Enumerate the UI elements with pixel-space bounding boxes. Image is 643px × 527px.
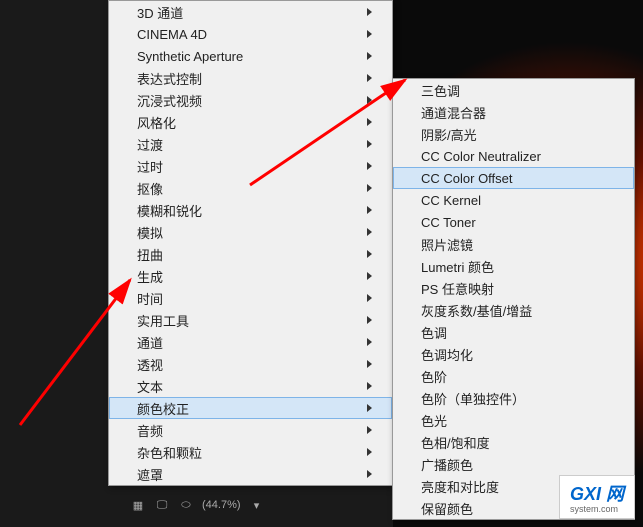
submenu-item-shadow-highlight[interactable]: 阴影/高光 (393, 123, 634, 145)
mask-icon[interactable]: ⬭ (178, 497, 194, 513)
submenu-item-photo-filter[interactable]: 照片滤镜 (393, 233, 634, 255)
menu-item-3d-channel[interactable]: 3D 通道 (109, 1, 392, 23)
color-correction-submenu: 三色调 通道混合器 阴影/高光 CC Color Neutralizer CC … (392, 78, 635, 520)
snapshot-icon[interactable]: ▦ (130, 497, 146, 513)
menu-item-noise-grain[interactable]: 杂色和颗粒 (109, 441, 392, 463)
submenu-item-levels-individual[interactable]: 色阶（单独控件） (393, 387, 634, 409)
menu-item-perspective[interactable]: 透视 (109, 353, 392, 375)
menu-item-immersive-video[interactable]: 沉浸式视频 (109, 89, 392, 111)
chevron-right-icon (367, 30, 372, 38)
monitor-icon[interactable]: 🖵 (154, 497, 170, 513)
menu-item-synthetic-aperture[interactable]: Synthetic Aperture (109, 45, 392, 67)
chevron-right-icon (367, 426, 372, 434)
menu-item-keying[interactable]: 抠像 (109, 177, 392, 199)
submenu-item-equalize[interactable]: 色调均化 (393, 343, 634, 365)
chevron-right-icon (367, 52, 372, 60)
menu-item-color-correction[interactable]: 颜色校正 (109, 397, 392, 419)
viewer-status-bar: ▦ 🖵 ⬭ (44.7%) ▾ (130, 493, 265, 517)
chevron-right-icon (367, 228, 372, 236)
submenu-item-levels[interactable]: 色阶 (393, 365, 634, 387)
menu-item-expression-controls[interactable]: 表达式控制 (109, 67, 392, 89)
chevron-right-icon (367, 118, 372, 126)
chevron-right-icon (367, 74, 372, 82)
submenu-item-colorama[interactable]: 色光 (393, 409, 634, 431)
effects-main-menu: 3D 通道 CINEMA 4D Synthetic Aperture 表达式控制… (108, 0, 393, 486)
menu-item-audio[interactable]: 音频 (109, 419, 392, 441)
chevron-right-icon (367, 8, 372, 16)
menu-item-distort[interactable]: 扭曲 (109, 243, 392, 265)
chevron-right-icon (367, 140, 372, 148)
submenu-item-tritone[interactable]: 三色调 (393, 79, 634, 101)
submenu-item-cc-toner[interactable]: CC Toner (393, 211, 634, 233)
chevron-right-icon (367, 294, 372, 302)
menu-item-generate[interactable]: 生成 (109, 265, 392, 287)
chevron-right-icon (367, 162, 372, 170)
menu-item-channel[interactable]: 通道 (109, 331, 392, 353)
chevron-right-icon (367, 448, 372, 456)
watermark-logo: GXI 网 system.com (559, 475, 635, 519)
chevron-down-icon[interactable]: ▾ (249, 497, 265, 513)
chevron-right-icon (367, 470, 372, 478)
chevron-right-icon (367, 382, 372, 390)
submenu-item-tint[interactable]: 色调 (393, 321, 634, 343)
zoom-level[interactable]: (44.7%) (202, 499, 241, 511)
chevron-right-icon (367, 272, 372, 280)
submenu-item-cc-color-offset[interactable]: CC Color Offset (393, 167, 634, 189)
menu-item-matte[interactable]: 遮罩 (109, 463, 392, 485)
chevron-right-icon (367, 184, 372, 192)
submenu-item-ps-arbitrary-map[interactable]: PS 任意映射 (393, 277, 634, 299)
chevron-right-icon (367, 338, 372, 346)
submenu-item-broadcast-colors[interactable]: 广播颜色 (393, 453, 634, 475)
submenu-item-hue-saturation[interactable]: 色相/饱和度 (393, 431, 634, 453)
chevron-right-icon (367, 316, 372, 324)
submenu-item-cc-kernel[interactable]: CC Kernel (393, 189, 634, 211)
chevron-right-icon (367, 250, 372, 258)
chevron-right-icon (367, 206, 372, 214)
submenu-item-cc-color-neutralizer[interactable]: CC Color Neutralizer (393, 145, 634, 167)
menu-item-utility[interactable]: 实用工具 (109, 309, 392, 331)
menu-item-simulation[interactable]: 模拟 (109, 221, 392, 243)
chevron-right-icon (367, 360, 372, 368)
menu-item-cinema4d[interactable]: CINEMA 4D (109, 23, 392, 45)
menu-item-stylize[interactable]: 风格化 (109, 111, 392, 133)
menu-item-blur-sharpen[interactable]: 模糊和锐化 (109, 199, 392, 221)
submenu-item-channel-mixer[interactable]: 通道混合器 (393, 101, 634, 123)
submenu-item-lumetri-color[interactable]: Lumetri 颜色 (393, 255, 634, 277)
chevron-right-icon (367, 404, 372, 412)
chevron-right-icon (367, 96, 372, 104)
menu-item-transition[interactable]: 过渡 (109, 133, 392, 155)
submenu-item-gamma-pedestal-gain[interactable]: 灰度系数/基值/增益 (393, 299, 634, 321)
menu-item-text[interactable]: 文本 (109, 375, 392, 397)
menu-item-obsolete[interactable]: 过时 (109, 155, 392, 177)
menu-item-time[interactable]: 时间 (109, 287, 392, 309)
